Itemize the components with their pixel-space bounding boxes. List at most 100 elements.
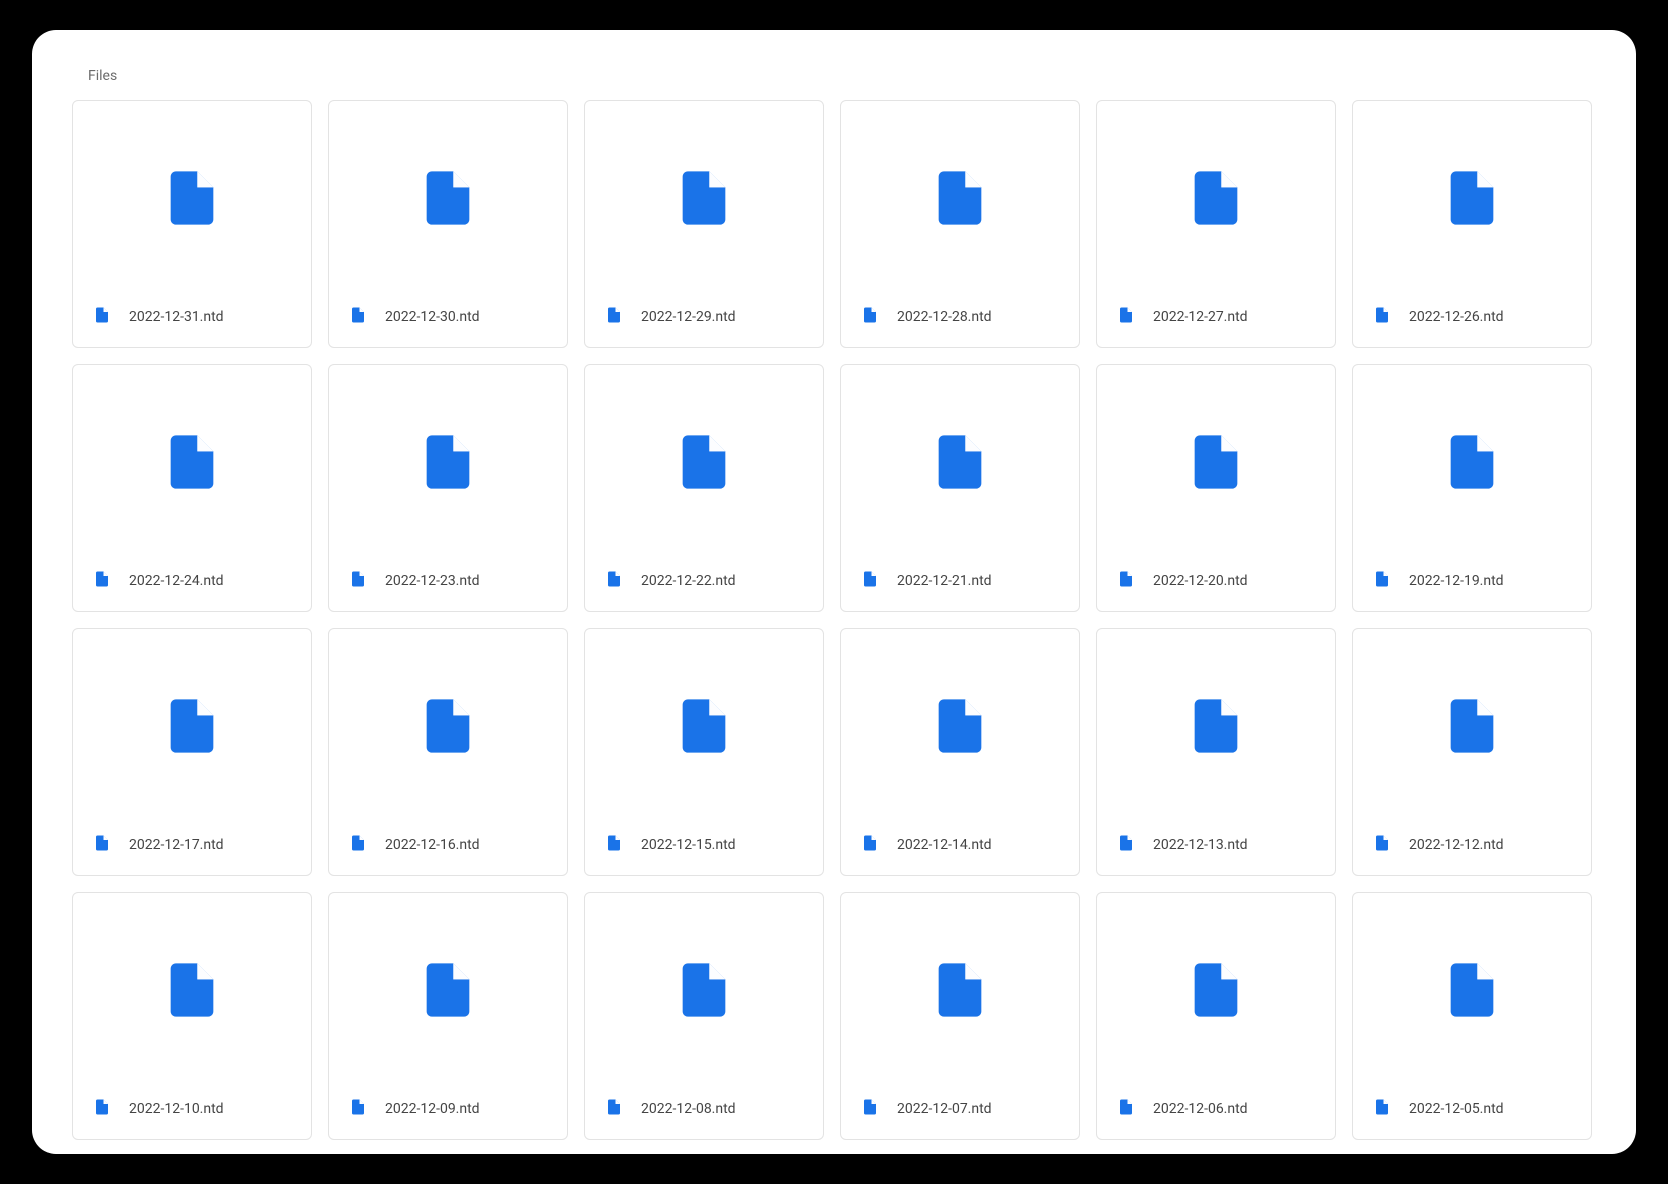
- file-footer: 2022-12-31.ntd: [73, 289, 311, 347]
- file-name: 2022-12-17.ntd: [129, 837, 224, 853]
- file-name: 2022-12-30.ntd: [385, 309, 480, 325]
- file-footer: 2022-12-16.ntd: [329, 817, 567, 875]
- file-type-icon: [93, 834, 111, 856]
- file-footer: 2022-12-27.ntd: [1097, 289, 1335, 347]
- file-type-icon: [861, 834, 879, 856]
- file-footer: 2022-12-26.ntd: [1353, 289, 1591, 347]
- file-card[interactable]: 2022-12-23.ntd: [328, 364, 568, 612]
- file-type-icon: [605, 834, 623, 856]
- file-type-icon: [1373, 1098, 1391, 1120]
- file-name: 2022-12-12.ntd: [1409, 837, 1504, 853]
- file-card[interactable]: 2022-12-16.ntd: [328, 628, 568, 876]
- file-type-icon: [93, 1098, 111, 1120]
- file-icon: [416, 686, 480, 770]
- file-card[interactable]: 2022-12-26.ntd: [1352, 100, 1592, 348]
- file-card[interactable]: 2022-12-30.ntd: [328, 100, 568, 348]
- file-type-icon: [1117, 1098, 1135, 1120]
- file-name: 2022-12-20.ntd: [1153, 573, 1248, 589]
- file-thumbnail: [1353, 365, 1591, 553]
- file-thumbnail: [1097, 893, 1335, 1081]
- file-name: 2022-12-05.ntd: [1409, 1101, 1504, 1117]
- file-icon: [160, 158, 224, 242]
- file-card[interactable]: 2022-12-05.ntd: [1352, 892, 1592, 1140]
- file-footer: 2022-12-15.ntd: [585, 817, 823, 875]
- file-card[interactable]: 2022-12-31.ntd: [72, 100, 312, 348]
- file-card[interactable]: 2022-12-28.ntd: [840, 100, 1080, 348]
- file-icon: [1440, 686, 1504, 770]
- file-type-icon: [1373, 570, 1391, 592]
- file-thumbnail: [1097, 629, 1335, 817]
- file-icon: [1184, 158, 1248, 242]
- file-name: 2022-12-19.ntd: [1409, 573, 1504, 589]
- file-icon: [416, 950, 480, 1034]
- file-card[interactable]: 2022-12-21.ntd: [840, 364, 1080, 612]
- file-type-icon: [93, 306, 111, 328]
- file-type-icon: [349, 570, 367, 592]
- file-name: 2022-12-27.ntd: [1153, 309, 1248, 325]
- file-thumbnail: [1097, 101, 1335, 289]
- file-footer: 2022-12-05.ntd: [1353, 1081, 1591, 1139]
- file-type-icon: [93, 570, 111, 592]
- file-card[interactable]: 2022-12-29.ntd: [584, 100, 824, 348]
- file-card[interactable]: 2022-12-14.ntd: [840, 628, 1080, 876]
- file-footer: 2022-12-08.ntd: [585, 1081, 823, 1139]
- file-card[interactable]: 2022-12-10.ntd: [72, 892, 312, 1140]
- file-type-icon: [349, 834, 367, 856]
- file-thumbnail: [1097, 365, 1335, 553]
- file-card[interactable]: 2022-12-17.ntd: [72, 628, 312, 876]
- file-footer: 2022-12-17.ntd: [73, 817, 311, 875]
- file-card[interactable]: 2022-12-06.ntd: [1096, 892, 1336, 1140]
- file-name: 2022-12-08.ntd: [641, 1101, 736, 1117]
- file-footer: 2022-12-12.ntd: [1353, 817, 1591, 875]
- file-card[interactable]: 2022-12-09.ntd: [328, 892, 568, 1140]
- file-footer: 2022-12-06.ntd: [1097, 1081, 1335, 1139]
- file-footer: 2022-12-13.ntd: [1097, 817, 1335, 875]
- file-thumbnail: [841, 893, 1079, 1081]
- file-footer: 2022-12-29.ntd: [585, 289, 823, 347]
- file-icon: [1184, 422, 1248, 506]
- file-name: 2022-12-15.ntd: [641, 837, 736, 853]
- file-type-icon: [605, 1098, 623, 1120]
- file-thumbnail: [73, 101, 311, 289]
- file-name: 2022-12-21.ntd: [897, 573, 992, 589]
- file-icon: [416, 422, 480, 506]
- file-type-icon: [1117, 834, 1135, 856]
- file-name: 2022-12-31.ntd: [129, 309, 224, 325]
- file-footer: 2022-12-10.ntd: [73, 1081, 311, 1139]
- file-icon: [672, 686, 736, 770]
- file-name: 2022-12-06.ntd: [1153, 1101, 1248, 1117]
- file-footer: 2022-12-20.ntd: [1097, 553, 1335, 611]
- file-card[interactable]: 2022-12-15.ntd: [584, 628, 824, 876]
- file-thumbnail: [585, 629, 823, 817]
- file-card[interactable]: 2022-12-12.ntd: [1352, 628, 1592, 876]
- file-thumbnail: [73, 629, 311, 817]
- file-card[interactable]: 2022-12-08.ntd: [584, 892, 824, 1140]
- file-type-icon: [1117, 570, 1135, 592]
- file-thumbnail: [841, 629, 1079, 817]
- file-card[interactable]: 2022-12-24.ntd: [72, 364, 312, 612]
- file-card[interactable]: 2022-12-13.ntd: [1096, 628, 1336, 876]
- file-name: 2022-12-07.ntd: [897, 1101, 992, 1117]
- file-footer: 2022-12-22.ntd: [585, 553, 823, 611]
- file-thumbnail: [329, 629, 567, 817]
- file-card[interactable]: 2022-12-19.ntd: [1352, 364, 1592, 612]
- file-thumbnail: [585, 101, 823, 289]
- files-grid: 2022-12-31.ntd 2022-12-30.ntd 2022-12-29.n…: [62, 100, 1606, 1140]
- file-card[interactable]: 2022-12-22.ntd: [584, 364, 824, 612]
- file-thumbnail: [329, 893, 567, 1081]
- file-thumbnail: [329, 101, 567, 289]
- file-icon: [1184, 950, 1248, 1034]
- file-card[interactable]: 2022-12-20.ntd: [1096, 364, 1336, 612]
- file-icon: [1440, 158, 1504, 242]
- file-thumbnail: [329, 365, 567, 553]
- file-type-icon: [1373, 834, 1391, 856]
- file-name: 2022-12-24.ntd: [129, 573, 224, 589]
- file-card[interactable]: 2022-12-07.ntd: [840, 892, 1080, 1140]
- file-icon: [928, 950, 992, 1034]
- file-thumbnail: [1353, 629, 1591, 817]
- file-footer: 2022-12-07.ntd: [841, 1081, 1079, 1139]
- file-icon: [160, 422, 224, 506]
- file-icon: [928, 686, 992, 770]
- file-thumbnail: [841, 365, 1079, 553]
- file-card[interactable]: 2022-12-27.ntd: [1096, 100, 1336, 348]
